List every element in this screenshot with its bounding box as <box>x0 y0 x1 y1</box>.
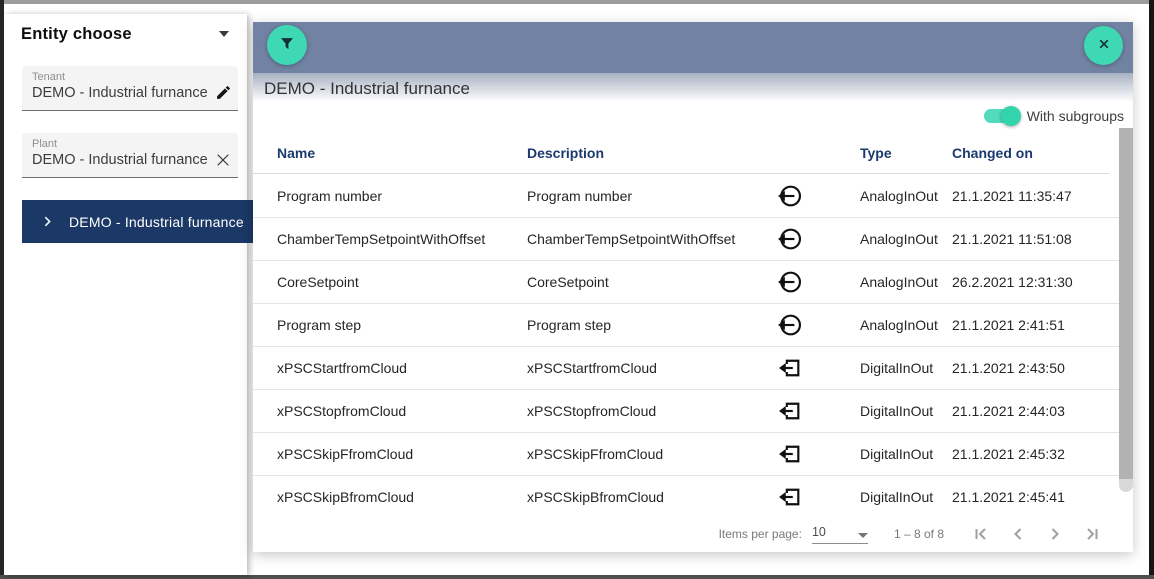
tenant-label: Tenant <box>32 71 232 83</box>
row-description: ChamberTempSetpointWithOffset <box>527 231 765 247</box>
column-header-changed-on[interactable]: Changed on <box>952 145 1109 161</box>
row-type: DigitalInOut <box>860 446 952 462</box>
row-changed-on: 21.1.2021 11:51:08 <box>952 231 1133 247</box>
close-button[interactable] <box>1084 26 1123 65</box>
table-row[interactable]: xPSCStartfromCloudxPSCStartfromCloud Digi… <box>253 347 1133 390</box>
plant-label: Plant <box>32 138 232 150</box>
io-circle-arrow-icon <box>765 312 860 338</box>
io-square-arrow-icon <box>765 484 860 510</box>
dialog-title: DEMO - Industrial furnance <box>264 79 470 99</box>
row-type: AnalogInOut <box>860 188 952 204</box>
row-type: DigitalInOut <box>860 489 952 505</box>
table-header-row: Name Description Type Changed on <box>253 133 1109 174</box>
items-per-page-select[interactable]: 10 <box>812 525 868 544</box>
with-subgroups-toggle[interactable] <box>984 109 1018 123</box>
tenant-value: DEMO - Industrial furnance <box>32 85 208 101</box>
row-type: AnalogInOut <box>860 231 952 247</box>
filter-button[interactable] <box>267 25 307 65</box>
row-name: xPSCStopfromCloud <box>277 403 527 419</box>
row-description: xPSCStopfromCloud <box>527 403 765 419</box>
entity-choose-title: Entity choose <box>21 25 132 44</box>
table-body: Program numberProgram numberAnalogInOut2… <box>253 175 1133 515</box>
window-border-top <box>0 0 1154 4</box>
row-name: xPSCSkipBfromCloud <box>277 489 527 505</box>
row-name: xPSCSkipFfromCloud <box>277 446 527 462</box>
row-changed-on: 21.1.2021 2:44:03 <box>952 403 1133 419</box>
row-type: DigitalInOut <box>860 403 952 419</box>
column-header-name[interactable]: Name <box>277 145 527 161</box>
row-type: AnalogInOut <box>860 317 952 333</box>
row-name: Program step <box>277 317 527 333</box>
next-page-button[interactable] <box>1042 521 1068 547</box>
items-per-page-label: Items per page: <box>719 527 802 541</box>
plant-value: DEMO - Industrial furnance <box>32 152 208 168</box>
io-square-arrow-icon <box>765 398 860 424</box>
plant-field[interactable]: Plant DEMO - Industrial furnance <box>22 133 238 178</box>
app-window: Entity choose Tenant DEMO - Industrial f… <box>0 0 1154 579</box>
collapse-caret-icon[interactable] <box>219 31 229 37</box>
with-subgroups-row: With subgroups <box>984 105 1124 127</box>
paginator: Items per page: 10 1 – 8 of 8 <box>253 516 1133 552</box>
io-square-arrow-icon <box>765 441 860 467</box>
table-row[interactable]: Program stepProgram step AnalogInOut21.1.… <box>253 304 1133 347</box>
table-row[interactable]: xPSCStopfromCloudxPSCStopfromCloud Digita… <box>253 390 1133 433</box>
tree-item-label: DEMO - Industrial furnance <box>69 214 244 230</box>
entity-choose-panel: Entity choose Tenant DEMO - Industrial f… <box>4 14 247 575</box>
row-description: CoreSetpoint <box>527 274 765 290</box>
row-description: Program step <box>527 317 765 333</box>
table-row[interactable]: ChamberTempSetpointWithOffsetChamberTemp… <box>253 218 1133 261</box>
close-x-icon <box>1094 34 1114 57</box>
pagination-nav <box>968 521 1105 547</box>
clear-x-icon[interactable] <box>214 151 232 169</box>
io-circle-arrow-icon <box>765 226 860 252</box>
first-page-button[interactable] <box>968 521 994 547</box>
row-description: Program number <box>527 188 765 204</box>
row-changed-on: 26.2.2021 12:31:30 <box>952 274 1133 290</box>
window-border-right <box>1149 0 1154 579</box>
dialog-header-bar <box>253 22 1133 73</box>
window-border-bottom <box>0 575 1154 579</box>
toggle-knob <box>1001 106 1021 126</box>
row-name: xPSCStartfromCloud <box>277 360 527 376</box>
entity-choose-header: Entity choose <box>21 21 235 47</box>
column-header-description[interactable]: Description <box>527 145 765 161</box>
edit-pencil-icon[interactable] <box>215 84 232 101</box>
row-changed-on: 21.1.2021 2:41:51 <box>952 317 1133 333</box>
scrollbar-thumb[interactable] <box>1119 128 1133 479</box>
row-description: xPSCStartfromCloud <box>527 360 765 376</box>
chevron-right-icon <box>41 215 54 228</box>
entity-detail-dialog: DEMO - Industrial furnance With subgroup… <box>253 22 1133 552</box>
row-type: DigitalInOut <box>860 360 952 376</box>
tree-item-demo-furnance[interactable]: DEMO - Industrial furnance <box>22 200 253 243</box>
table-row[interactable]: Program numberProgram number AnalogInOut2… <box>253 175 1133 218</box>
io-square-arrow-icon <box>765 355 860 381</box>
row-name: CoreSetpoint <box>277 274 527 290</box>
filter-funnel-icon <box>277 34 297 57</box>
row-name: ChamberTempSetpointWithOffset <box>277 231 527 247</box>
row-description: xPSCSkipBfromCloud <box>527 489 765 505</box>
table-row[interactable]: CoreSetpointCoreSetpoint AnalogInOut26.2.… <box>253 261 1133 304</box>
with-subgroups-label: With subgroups <box>1027 108 1124 124</box>
row-changed-on: 21.1.2021 11:35:47 <box>952 188 1133 204</box>
table-row[interactable]: xPSCSkipFfromCloudxPSCSkipFfromCloud Digi… <box>253 433 1133 476</box>
io-circle-arrow-icon <box>765 269 860 295</box>
tenant-field[interactable]: Tenant DEMO - Industrial furnance <box>22 66 238 111</box>
page-range-label: 1 – 8 of 8 <box>894 527 944 541</box>
row-description: xPSCSkipFfromCloud <box>527 446 765 462</box>
row-type: AnalogInOut <box>860 274 952 290</box>
row-name: Program number <box>277 188 527 204</box>
last-page-button[interactable] <box>1079 521 1105 547</box>
items-per-page-value: 10 <box>812 525 826 539</box>
column-header-type[interactable]: Type <box>860 145 952 161</box>
select-caret-icon <box>858 533 868 538</box>
row-changed-on: 21.1.2021 2:45:41 <box>952 489 1133 505</box>
previous-page-button[interactable] <box>1005 521 1031 547</box>
row-changed-on: 21.1.2021 2:43:50 <box>952 360 1133 376</box>
io-circle-arrow-icon <box>765 183 860 209</box>
table-row[interactable]: xPSCSkipBfromCloudxPSCSkipBfromCloud Digi… <box>253 476 1133 515</box>
row-changed-on: 21.1.2021 2:45:32 <box>952 446 1133 462</box>
